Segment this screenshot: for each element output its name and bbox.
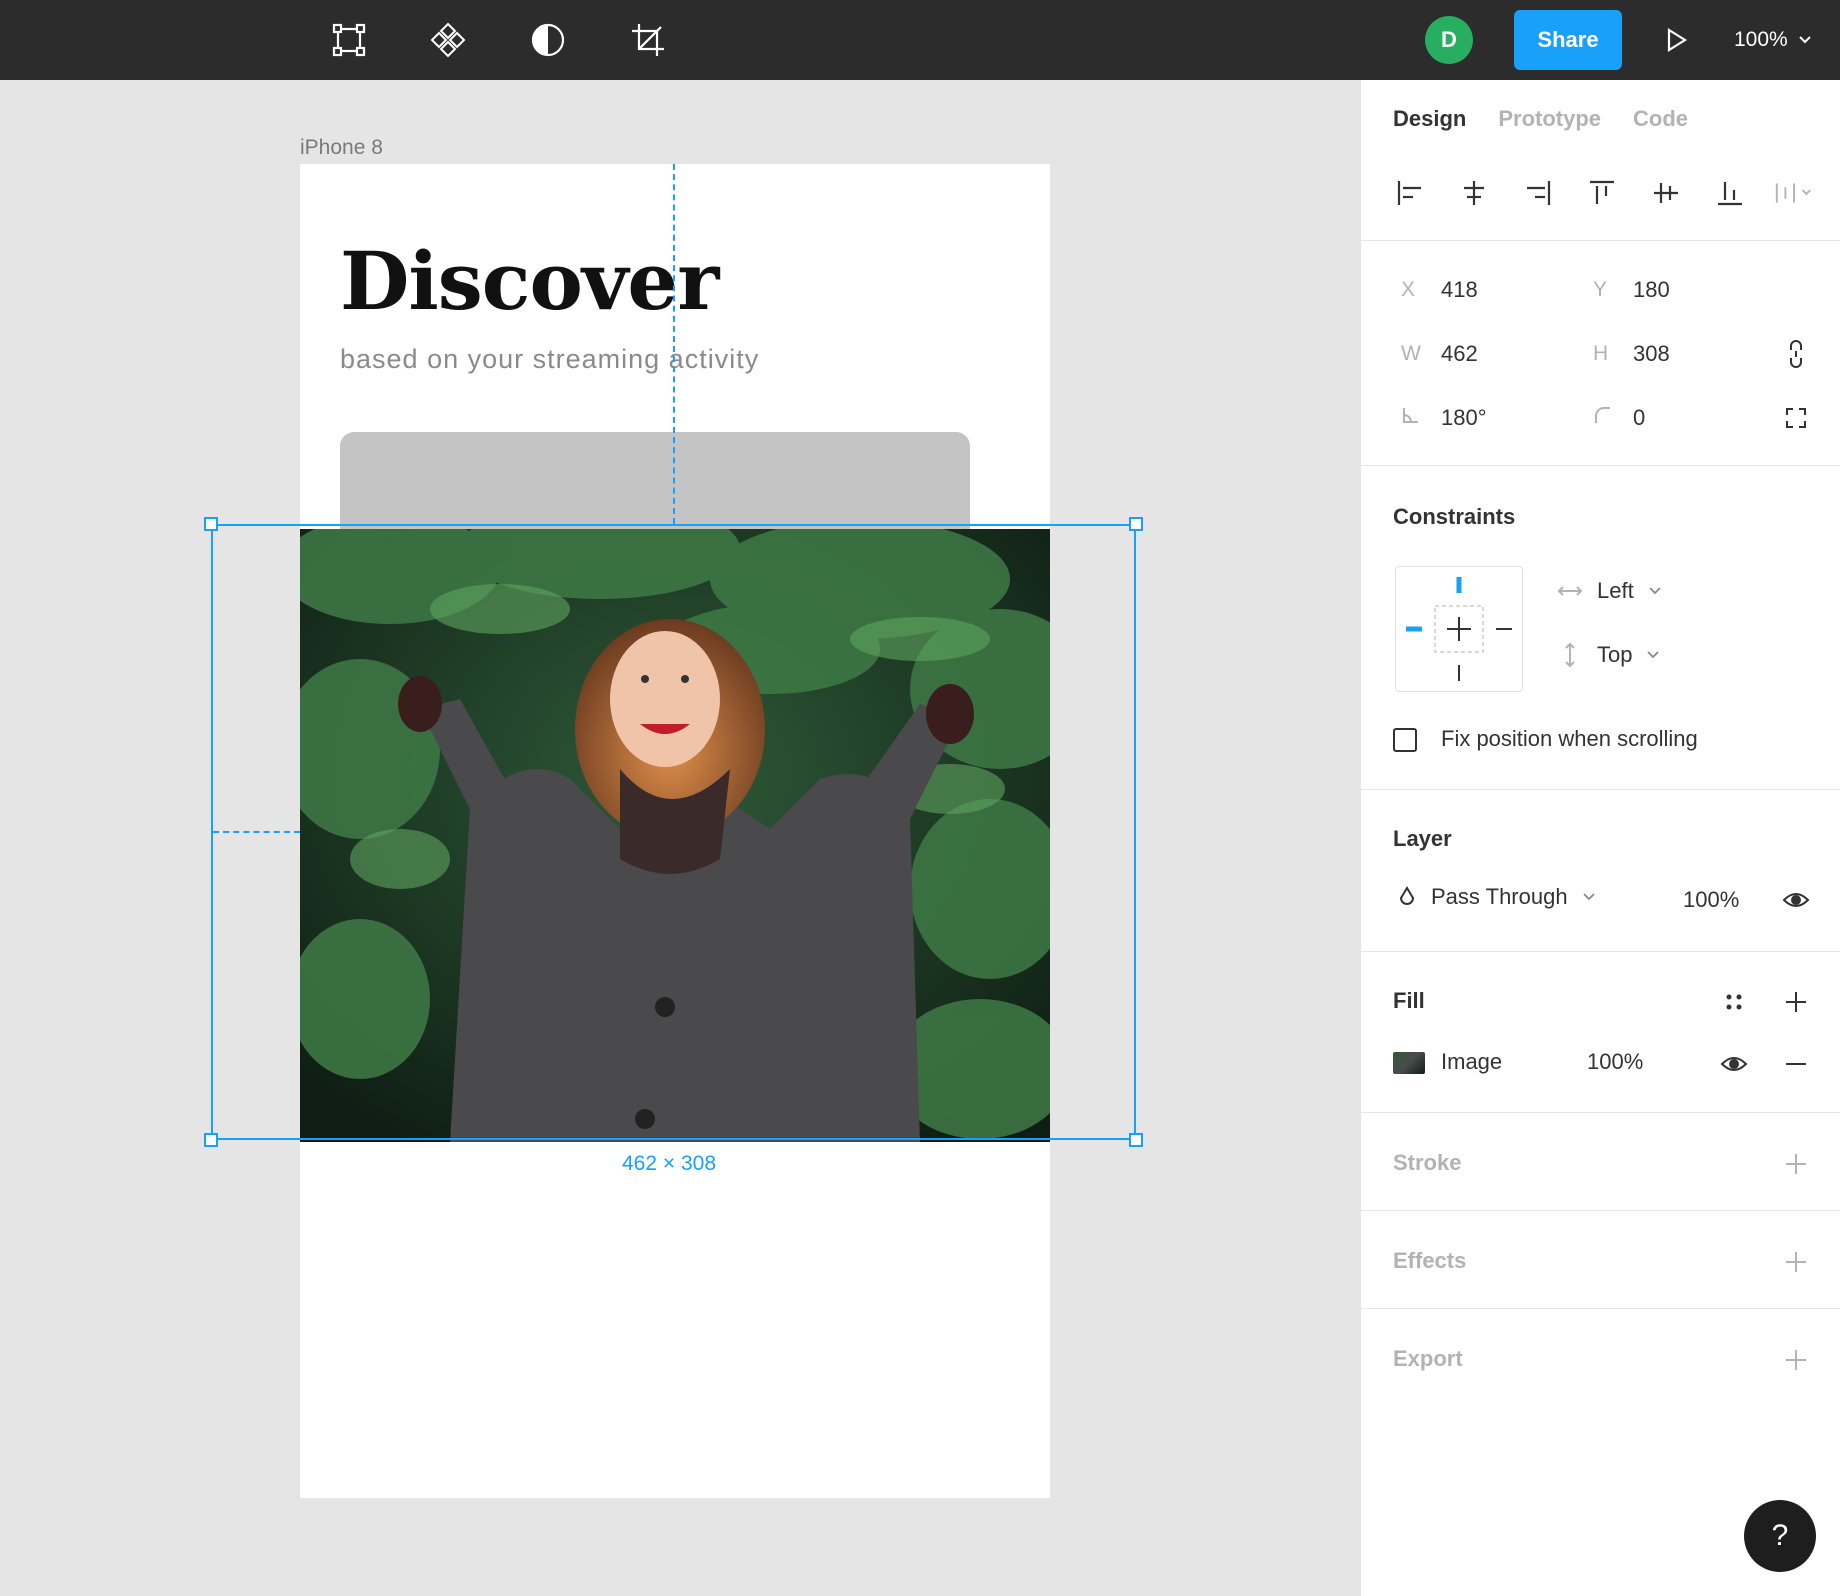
avatar[interactable]: D (1425, 16, 1473, 64)
fill-type[interactable]: Image (1441, 1046, 1502, 1078)
constraints-title: Constraints (1393, 504, 1516, 529)
tab-design[interactable]: Design (1393, 106, 1466, 132)
card-placeholder[interactable] (340, 432, 970, 532)
fill-opacity-field[interactable]: 100% (1587, 1046, 1643, 1078)
corner-radius-field[interactable]: 0 (1593, 402, 1645, 434)
vertical-constraint-dropdown[interactable]: Top (1557, 642, 1660, 668)
frame-label[interactable]: iPhone 8 (300, 136, 383, 160)
tab-prototype[interactable]: Prototype (1498, 106, 1601, 132)
vertical-arrows-icon (1565, 642, 1575, 668)
selected-image[interactable] (300, 529, 1050, 1142)
fix-position-checkbox[interactable] (1393, 728, 1417, 752)
align-top-icon[interactable] (1581, 172, 1623, 214)
align-vertical-center-icon[interactable] (1645, 172, 1687, 214)
effects-title: Effects (1393, 1248, 1467, 1273)
chevron-down-icon (1649, 587, 1661, 595)
distance-guide-vertical (673, 164, 675, 524)
toolbar: D Share 100% (0, 0, 1840, 80)
add-effect-icon[interactable] (1782, 1248, 1810, 1276)
height-field[interactable]: H 308 (1593, 338, 1670, 370)
layer-title: Layer (1393, 826, 1452, 851)
constrain-proportions-icon[interactable] (1782, 340, 1810, 368)
resize-handle-bottom-left[interactable] (204, 1133, 218, 1147)
fix-position-label[interactable]: Fix position when scrolling (1441, 726, 1698, 752)
align-right-icon[interactable] (1517, 172, 1559, 214)
x-field[interactable]: X 418 (1401, 274, 1478, 306)
eye-icon[interactable] (1782, 886, 1810, 914)
properties-panel: Design Prototype Code X 418 Y 180 W 462 … (1360, 80, 1840, 1596)
image-fill-thumbnail[interactable] (1393, 1052, 1425, 1074)
fill-title: Fill (1393, 988, 1425, 1013)
tab-code[interactable]: Code (1633, 106, 1688, 132)
zoom-dropdown[interactable]: 100% (1734, 24, 1812, 56)
horizontal-arrows-icon (1557, 586, 1583, 596)
help-button[interactable]: ? (1744, 1500, 1816, 1572)
align-horizontal-center-icon[interactable] (1453, 172, 1495, 214)
chevron-down-icon (1582, 893, 1595, 901)
zoom-level: 100% (1734, 28, 1788, 51)
horizontal-constraint-dropdown[interactable]: Left (1557, 578, 1662, 604)
align-bottom-icon[interactable] (1709, 172, 1751, 214)
add-stroke-icon[interactable] (1782, 1150, 1810, 1178)
width-field[interactable]: W 462 (1401, 338, 1478, 370)
selection-dimensions: 462 × 308 (622, 1152, 717, 1175)
iphone-frame[interactable]: Discover based on your streaming activit… (300, 164, 1050, 1498)
export-title: Export (1393, 1346, 1463, 1371)
crop-icon[interactable] (624, 16, 672, 64)
y-field[interactable]: Y 180 (1593, 274, 1670, 306)
canvas[interactable]: iPhone 8 Discover based on your streamin… (0, 80, 1360, 1596)
distance-guide-horizontal (213, 831, 300, 833)
constraints-widget[interactable] (1395, 566, 1523, 692)
frame-icon[interactable] (325, 16, 373, 64)
fill-styles-icon[interactable] (1720, 988, 1748, 1016)
contrast-icon[interactable] (524, 16, 572, 64)
component-icon[interactable] (424, 16, 472, 64)
resize-handle-top-right[interactable] (1129, 517, 1143, 531)
resize-handle-top-left[interactable] (204, 517, 218, 531)
add-export-icon[interactable] (1782, 1346, 1810, 1374)
distribute-icon[interactable] (1773, 172, 1815, 214)
independent-corners-icon[interactable] (1782, 404, 1810, 432)
drop-icon (1399, 886, 1415, 905)
blend-mode-dropdown[interactable]: Pass Through (1397, 884, 1596, 910)
subtitle-text[interactable]: based on your streaming activity (340, 344, 759, 375)
rotation-field[interactable]: 180° (1401, 402, 1487, 434)
discover-title[interactable]: Discover (340, 234, 719, 328)
add-fill-icon[interactable] (1782, 988, 1810, 1016)
layer-opacity-field[interactable]: 100% (1683, 884, 1739, 916)
rotation-icon (1401, 406, 1441, 430)
remove-fill-icon[interactable] (1782, 1050, 1810, 1078)
resize-handle-bottom-right[interactable] (1129, 1133, 1143, 1147)
play-icon[interactable] (1656, 20, 1696, 60)
align-left-icon[interactable] (1389, 172, 1431, 214)
stroke-title: Stroke (1393, 1150, 1462, 1175)
corner-radius-icon (1593, 406, 1633, 430)
share-button[interactable]: Share (1514, 10, 1622, 70)
chevron-down-icon (1799, 36, 1811, 44)
eye-icon[interactable] (1720, 1050, 1748, 1078)
chevron-down-icon (1647, 651, 1660, 659)
